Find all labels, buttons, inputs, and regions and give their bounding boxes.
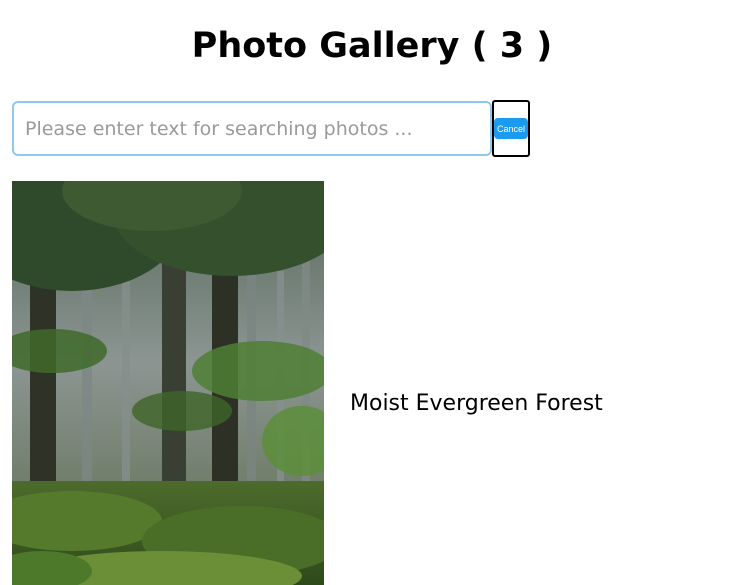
photo-gallery-page: Photo Gallery ( 3 ) Cancel xyxy=(0,0,735,585)
cancel-button-frame: Cancel xyxy=(492,100,530,157)
page-title: Photo Gallery ( 3 ) xyxy=(191,26,553,66)
photo-caption: Moist Evergreen Forest xyxy=(350,390,603,416)
search-bar: Cancel xyxy=(12,100,530,157)
forest-photo[interactable] xyxy=(12,181,324,585)
gallery-item: Moist Evergreen Forest xyxy=(12,181,603,585)
search-input[interactable] xyxy=(12,101,492,156)
cancel-button[interactable]: Cancel xyxy=(494,118,528,139)
